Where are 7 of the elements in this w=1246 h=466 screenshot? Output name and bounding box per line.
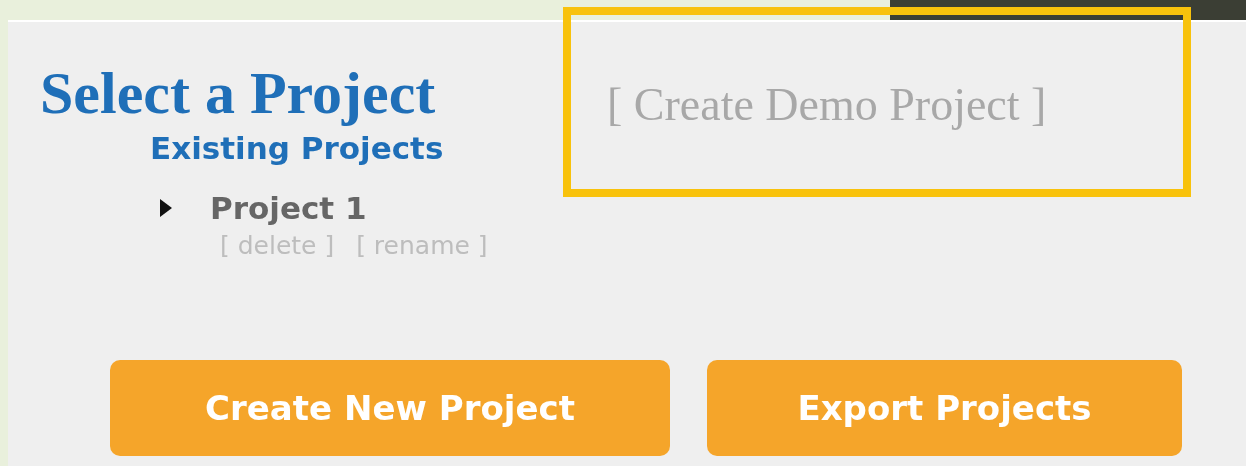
action-button[interactable]: Export Projects — [707, 360, 1182, 456]
create-demo-link[interactable]: [ Create Demo Project ] — [607, 79, 1047, 131]
project-name[interactable]: Project 1 — [210, 190, 367, 226]
action-button[interactable]: Create New Project — [110, 360, 670, 456]
triangle-icon[interactable] — [158, 197, 174, 219]
section-heading: Existing Projects — [150, 129, 444, 168]
page-title: Select a Project — [40, 59, 436, 128]
